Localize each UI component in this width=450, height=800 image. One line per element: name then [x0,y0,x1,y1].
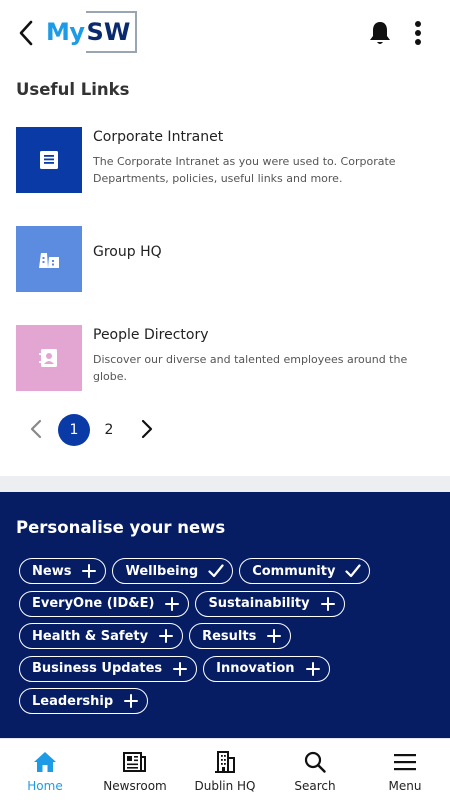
chip-label: News [32,563,72,579]
page-1-button[interactable]: 1 [58,414,90,446]
plus-icon [123,693,139,709]
search-icon [304,751,326,773]
link-thumbnail [16,226,82,292]
section-divider [0,476,450,492]
bottom-navigation: Home Newsroom Dublin HQ Search Menu [0,738,450,800]
topic-chips: News Wellbeing Community EveryOne (ID&E) Sus… [19,558,439,721]
plus-icon [320,596,336,612]
nav-search[interactable]: Search [270,739,360,800]
next-page-button[interactable] [133,414,161,444]
bell-icon [370,22,390,44]
newspaper-icon [123,752,146,772]
nav-home[interactable]: Home [0,739,90,800]
home-icon [34,752,56,772]
plus-icon [164,596,180,612]
link-title: People Directory [93,327,209,343]
check-icon [345,563,362,579]
personalise-news-title: Personalise your news [16,518,226,537]
plus-icon [81,563,97,579]
topic-chip-news[interactable]: News [19,558,107,584]
chevron-left-icon [30,419,42,439]
chip-label: Results [202,628,257,644]
link-people-directory[interactable]: People Directory Discover our diverse an… [16,325,436,391]
topic-chip-business-updates[interactable]: Business Updates [19,655,198,682]
link-group-hq[interactable]: Group HQ [16,226,436,292]
nav-label: Home [27,779,63,793]
useful-links-title: Useful Links [16,80,130,99]
back-button[interactable] [12,18,40,48]
plus-icon [158,628,174,644]
nav-label: Search [294,779,336,793]
chip-label: Business Updates [32,661,163,676]
topic-chip-leadership[interactable]: Leadership [19,688,149,714]
plus-icon [266,628,282,644]
building-icon [215,751,235,773]
nav-menu[interactable]: Menu [360,739,450,800]
chip-row: News Wellbeing Community [19,558,439,584]
notifications-button[interactable] [366,18,394,48]
topic-chip-sustainability[interactable]: Sustainability [195,590,345,617]
chip-row: EveryOne (ID&E) Sustainability [19,590,439,617]
topic-chip-community[interactable]: Community [239,558,371,584]
more-options-button[interactable] [406,18,430,48]
nav-newsroom[interactable]: Newsroom [90,739,180,800]
chip-label: Sustainability [208,596,310,611]
nav-label: Newsroom [103,779,167,793]
menu-icon [394,754,416,771]
chip-label: Innovation [216,661,295,676]
page-2-button[interactable]: 2 [93,414,125,446]
contact-card-icon [39,349,57,367]
link-description: The Corporate Intranet as you were used … [93,155,396,185]
topic-chip-innovation[interactable]: Innovation [203,655,330,682]
more-vertical-icon [415,21,421,45]
plus-icon [172,661,188,677]
chip-label: Wellbeing [125,563,199,579]
pagination: 1 2 [16,410,216,448]
plus-icon [305,661,321,677]
link-thumbnail [16,325,82,391]
logo-sw-text: SW [85,11,138,53]
chip-label: Community [252,563,336,579]
logo-my-text: My [46,18,85,46]
buildings-icon [39,253,59,268]
topic-chip-health-safety[interactable]: Health & Safety [19,623,184,649]
link-title: Corporate Intranet [93,129,224,145]
topic-chip-wellbeing[interactable]: Wellbeing [112,558,234,584]
chip-label: Health & Safety [32,628,149,644]
app-logo: My SW [46,10,138,54]
previous-page-button[interactable] [22,414,50,444]
personalise-news-panel: Personalise your news News Wellbeing Commu… [0,492,450,738]
document-icon [40,151,58,169]
nav-label: Menu [388,779,422,793]
link-corporate-intranet[interactable]: Corporate Intranet The Corporate Intrane… [16,127,436,193]
topic-chip-everyone-id-e[interactable]: EveryOne (ID&E) [19,590,190,617]
back-arrow-icon [19,20,33,46]
chip-row: Business Updates Innovation [19,655,439,682]
nav-dublin-hq[interactable]: Dublin HQ [180,739,270,800]
link-thumbnail [16,127,82,193]
topic-chip-results[interactable]: Results [189,623,292,649]
check-icon [208,563,224,579]
chip-label: EveryOne (ID&E) [32,596,155,611]
chip-row: Health & Safety Results [19,623,439,649]
nav-label: Dublin HQ [194,779,256,793]
link-description: Discover our diverse and talented employ… [93,353,408,383]
top-app-bar: My SW [0,0,450,66]
chip-label: Leadership [32,693,114,709]
chevron-right-icon [141,419,153,439]
link-title: Group HQ [93,244,162,260]
chip-row: Leadership [19,688,439,714]
